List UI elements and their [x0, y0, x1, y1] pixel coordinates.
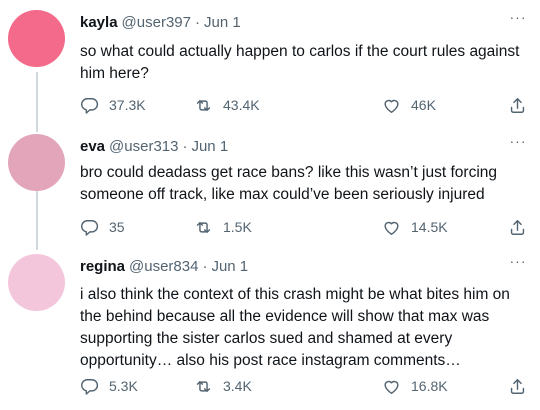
tweet-item[interactable]: kayla @user397 · Jun 1 ··· so what could… [0, 10, 540, 130]
retweet-button[interactable]: 1.5K [194, 217, 252, 237]
reply-button[interactable]: 5.3K [80, 376, 138, 396]
heart-icon [384, 380, 399, 394]
more-horizontal-icon[interactable]: ··· [508, 134, 528, 154]
tweet-text: bro could deadass get race bans? like th… [80, 164, 498, 203]
author-handle[interactable]: @user313 [109, 138, 178, 155]
tweet-thread: kayla @user397 · Jun 1 ··· so what could… [0, 0, 540, 410]
retweet-count: 3.4K [223, 378, 252, 394]
avatar[interactable] [8, 134, 65, 191]
retweet-count: 43.4K [223, 97, 260, 113]
header-separator: · [194, 13, 200, 31]
share-button[interactable] [508, 376, 527, 396]
more-horizontal-icon[interactable]: ··· [508, 254, 528, 274]
tweet-header: regina @user834 · Jun 1 [80, 256, 248, 276]
tweet-header: kayla @user397 · Jun 1 [80, 12, 241, 32]
share-icon [510, 378, 525, 394]
reply-count: 5.3K [109, 378, 138, 394]
author-name[interactable]: regina [80, 258, 125, 275]
reply-button[interactable]: 35 [80, 217, 125, 237]
tweet-item[interactable]: regina @user834 · Jun 1 ··· i also think… [0, 254, 540, 406]
tweet-item[interactable]: eva @user313 · Jun 1 ··· bro could deada… [0, 134, 540, 250]
retweet-icon [196, 380, 211, 392]
author-name[interactable]: eva [80, 138, 105, 155]
tweet-actions: 37.3K 43.4K 46K [80, 95, 528, 115]
heart-icon [384, 221, 399, 235]
retweet-button[interactable]: 3.4K [194, 376, 252, 396]
author-handle[interactable]: @user834 [129, 258, 198, 275]
reply-count: 37.3K [109, 97, 146, 113]
tweet-date[interactable]: Jun 1 [211, 258, 248, 275]
avatar[interactable] [8, 10, 65, 67]
retweet-button[interactable]: 43.4K [194, 95, 260, 115]
like-count: 14.5K [411, 219, 448, 235]
tweet-actions: 35 1.5K 14.5K [80, 217, 528, 237]
like-button[interactable]: 46K [382, 95, 436, 115]
avatar[interactable] [8, 254, 65, 311]
header-separator: · [182, 137, 188, 155]
tweet-text: i also think the context of this crash m… [80, 286, 510, 369]
tweet-header: eva @user313 · Jun 1 [80, 136, 228, 156]
tweet-date[interactable]: Jun 1 [204, 14, 241, 31]
retweet-icon [196, 99, 211, 111]
share-icon [510, 97, 525, 113]
header-separator: · [202, 257, 208, 275]
retweet-count: 1.5K [223, 219, 252, 235]
heart-icon [384, 99, 399, 113]
reply-count: 35 [109, 219, 125, 235]
reply-icon [81, 219, 99, 236]
reply-button[interactable]: 37.3K [80, 95, 146, 115]
like-count: 16.8K [411, 378, 448, 394]
like-button[interactable]: 16.8K [382, 376, 448, 396]
share-button[interactable] [508, 217, 527, 237]
more-horizontal-icon[interactable]: ··· [508, 10, 528, 30]
reply-icon [81, 378, 99, 395]
like-button[interactable]: 14.5K [382, 217, 448, 237]
tweet-text: so what could actually happen to carlos … [80, 43, 520, 82]
share-button[interactable] [508, 95, 527, 115]
tweet-date[interactable]: Jun 1 [191, 138, 228, 155]
reply-icon [81, 97, 99, 114]
share-icon [510, 219, 525, 235]
author-handle[interactable]: @user397 [122, 14, 191, 31]
retweet-icon [196, 221, 211, 233]
author-name[interactable]: kayla [80, 14, 118, 31]
like-count: 46K [411, 97, 436, 113]
tweet-actions: 5.3K 3.4K 16.8K [80, 376, 528, 396]
